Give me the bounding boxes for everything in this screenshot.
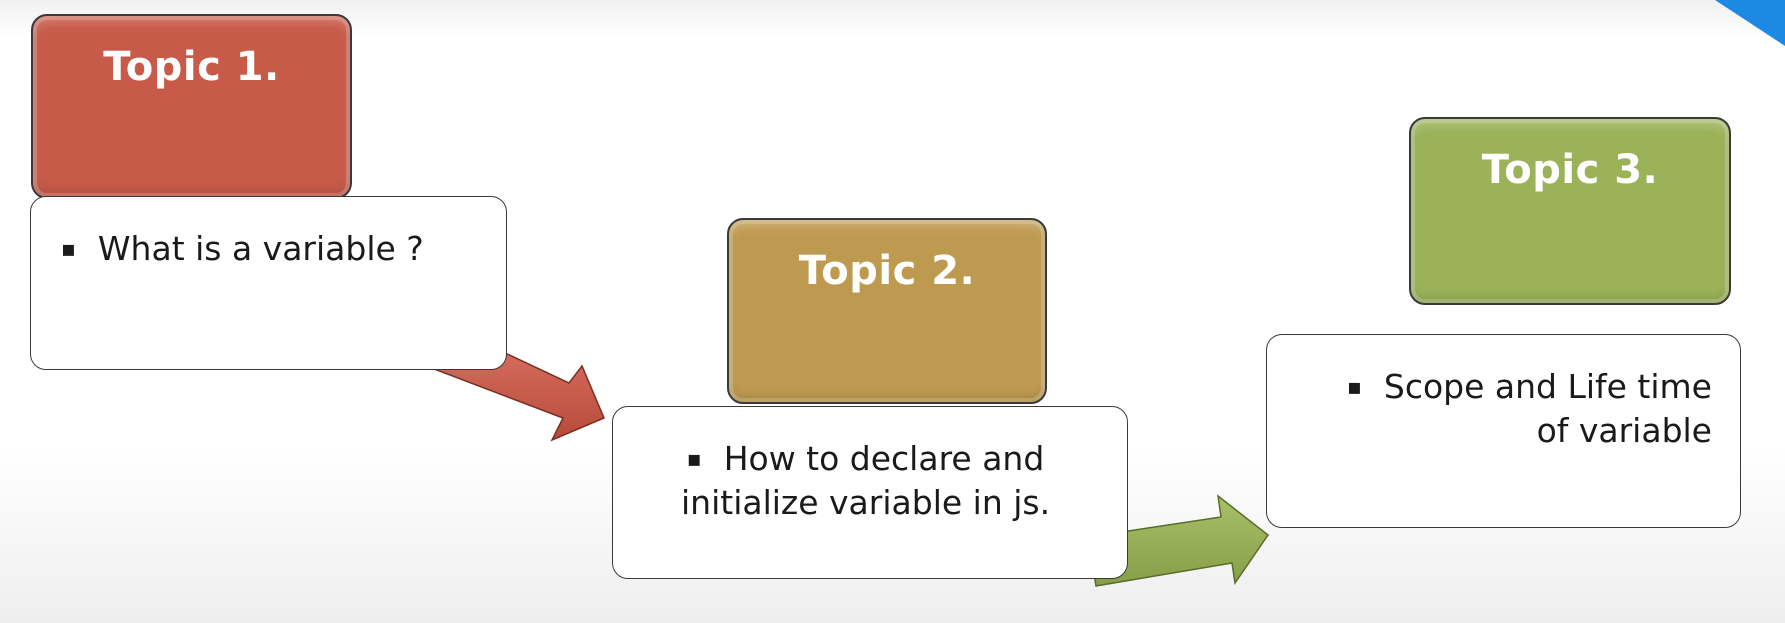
topic-1-header: Topic 1.: [31, 14, 352, 199]
topic-2-title: Topic 2.: [798, 248, 976, 294]
bullet-icon: ▪: [61, 237, 76, 262]
topic-3-bullet-item: ▪ Scope and Life time of variable: [1347, 365, 1712, 452]
topic-2-bullet-item: ▪ How to declare and initialize variable …: [681, 437, 1050, 524]
topic-2-header: Topic 2.: [727, 218, 1047, 404]
topic-3-line-2: of variable: [1536, 411, 1712, 450]
topic-1-content: ▪ What is a variable ?: [30, 196, 507, 370]
topic-2-line-1: How to declare and: [723, 439, 1045, 478]
topic-2-line-2: initialize variable in js.: [681, 483, 1051, 522]
bullet-icon: ▪: [686, 447, 702, 472]
slide: Topic 1. ▪ What is a variable ? Topic 2. …: [0, 0, 1785, 623]
topic-1-line-1: What is a variable ?: [97, 229, 424, 268]
topic-1-title: Topic 1.: [103, 44, 280, 90]
topic-3-title: Topic 3.: [1481, 147, 1659, 193]
topic-1-bullet-item: ▪ What is a variable ?: [61, 227, 424, 271]
topic-2-content: ▪ How to declare and initialize variable …: [612, 406, 1128, 579]
topic-3-header: Topic 3.: [1409, 117, 1731, 305]
topic-3-line-1: Scope and Life time: [1383, 367, 1712, 406]
topic-3-content: ▪ Scope and Life time of variable: [1266, 334, 1741, 528]
bullet-icon: ▪: [1346, 375, 1362, 400]
